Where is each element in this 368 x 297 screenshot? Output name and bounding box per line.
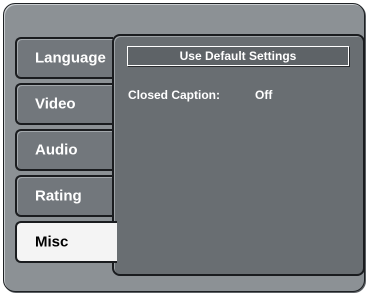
settings-panel: Use Default Settings Closed Caption: Off <box>112 34 365 276</box>
tab-misc-label: Misc <box>35 233 69 251</box>
closed-caption-setting[interactable]: Closed Caption: Off <box>128 88 272 102</box>
tab-language[interactable]: Language <box>15 37 113 79</box>
tab-language-label: Language <box>35 49 106 67</box>
tab-misc[interactable]: Misc <box>15 221 117 263</box>
closed-caption-label: Closed Caption: <box>128 88 220 102</box>
tab-video[interactable]: Video <box>15 83 113 125</box>
setup-menu-frame: Language Video Audio Rating Misc Use Def… <box>3 3 365 292</box>
use-default-settings-button[interactable]: Use Default Settings <box>127 46 349 66</box>
tab-audio-label: Audio <box>35 141 78 159</box>
tab-rating[interactable]: Rating <box>15 175 113 217</box>
tab-rating-label: Rating <box>35 187 82 205</box>
closed-caption-value: Off <box>255 88 273 102</box>
tab-audio[interactable]: Audio <box>15 129 113 171</box>
tab-video-label: Video <box>35 95 76 113</box>
